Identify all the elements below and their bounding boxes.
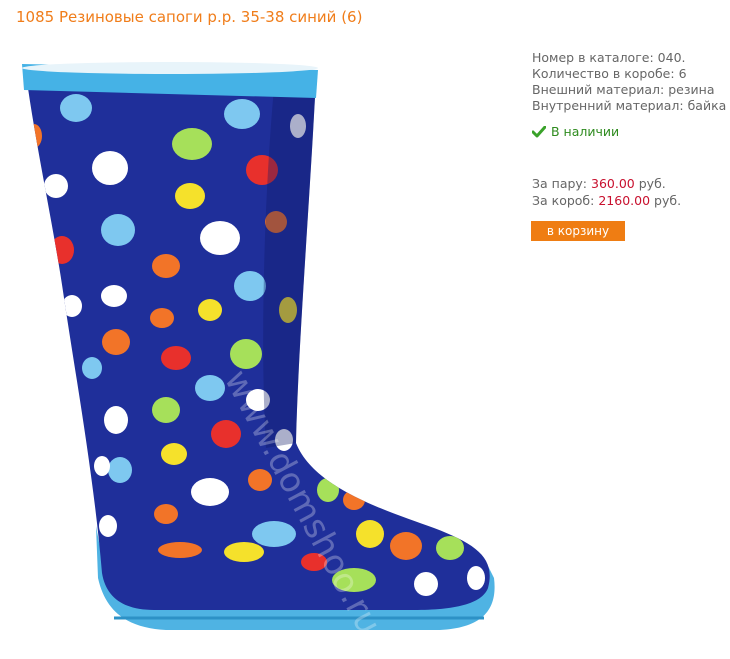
- polka-dot: [99, 515, 117, 537]
- polka-dot: [101, 285, 127, 307]
- product-details: Номер в каталоге: 040. Количество в коро…: [532, 50, 726, 114]
- polka-dot: [436, 536, 464, 560]
- detail-box-quantity: Количество в коробе: 6: [532, 66, 687, 81]
- stock-status: В наличии: [532, 124, 619, 139]
- price-per-box-value: 2160.00: [598, 193, 651, 208]
- polka-dot: [224, 542, 264, 562]
- polka-dot: [200, 221, 240, 255]
- price-per-pair-value: 360.00: [591, 176, 635, 191]
- polka-dot: [152, 254, 180, 278]
- polka-dot: [94, 456, 110, 476]
- check-icon: [532, 125, 546, 137]
- polka-dot: [161, 346, 191, 370]
- polka-dot: [104, 406, 128, 434]
- stock-label: В наличии: [551, 124, 620, 139]
- polka-dot: [343, 490, 365, 510]
- polka-dot: [161, 443, 187, 465]
- detail-outer-material: Внешний материал: резина: [532, 82, 715, 97]
- polka-dot: [356, 520, 384, 548]
- price-per-box: За короб: 2160.00 руб.: [532, 193, 682, 208]
- polka-dot: [252, 521, 296, 547]
- product-image[interactable]: www.domshoo.ru: [14, 48, 504, 648]
- polka-dot: [152, 397, 180, 423]
- polka-dot: [224, 99, 260, 129]
- polka-dot: [92, 151, 128, 185]
- polka-dot: [154, 504, 178, 524]
- polka-dot: [414, 572, 438, 596]
- polka-dot: [172, 128, 212, 160]
- polka-dot: [150, 308, 174, 328]
- polka-dot: [211, 420, 241, 448]
- polka-dot: [390, 532, 422, 560]
- polka-dot: [467, 566, 485, 590]
- polka-dot: [191, 478, 229, 506]
- polka-dot: [198, 299, 222, 321]
- polka-dot: [62, 295, 82, 317]
- polka-dot: [234, 271, 266, 301]
- polka-dot: [102, 329, 130, 355]
- detail-inner-material: Внутренний материал: байка: [532, 98, 727, 113]
- product-title: 1085 Резиновые сапоги р.р. 35-38 синий (…: [16, 8, 363, 26]
- polka-dot: [60, 94, 92, 122]
- polka-dot: [101, 214, 135, 246]
- detail-catalog-number: Номер в каталоге: 040.: [532, 50, 686, 65]
- polka-dot: [175, 183, 205, 209]
- price-per-pair: За пару: 360.00 руб.: [532, 176, 666, 191]
- add-to-cart-button[interactable]: в корзину: [531, 221, 625, 241]
- polka-dot: [158, 542, 202, 558]
- boot-illustration: www.domshoo.ru: [22, 62, 495, 641]
- price-block: За пару: 360.00 руб. За короб: 2160.00 р…: [532, 175, 681, 209]
- polka-dot: [44, 174, 68, 198]
- polka-dot: [50, 236, 74, 264]
- polka-dot: [230, 339, 262, 369]
- polka-dot: [82, 357, 102, 379]
- polka-dot: [26, 124, 42, 148]
- polka-dot: [108, 457, 132, 483]
